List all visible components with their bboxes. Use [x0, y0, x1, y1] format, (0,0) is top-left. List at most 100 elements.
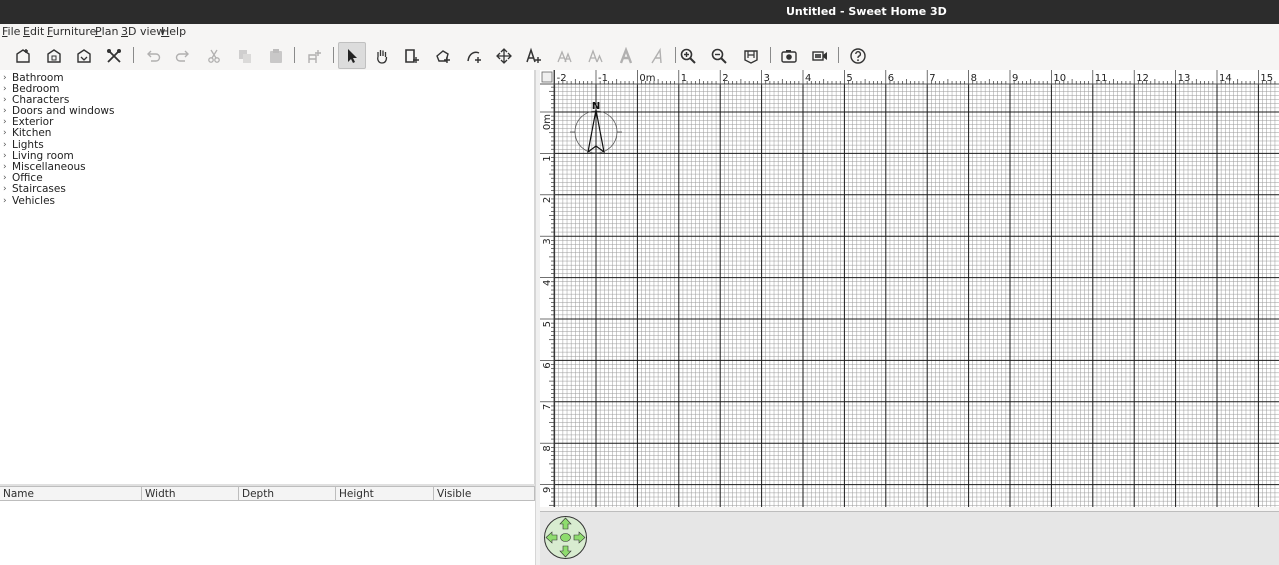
- menu-edit[interactable]: Edit: [23, 25, 44, 38]
- ruler-x-label: 14: [1219, 73, 1232, 84]
- menu-file[interactable]: File: [2, 25, 20, 38]
- ruler-y-label: 7: [542, 404, 553, 410]
- create-polylines-button[interactable]: [462, 44, 486, 68]
- ruler-x-label: 6: [888, 73, 894, 84]
- chevron-right-icon[interactable]: ›: [3, 151, 7, 162]
- ruler-x-label: -1: [598, 73, 608, 84]
- chevron-right-icon[interactable]: ›: [3, 184, 7, 195]
- chevron-right-icon[interactable]: ›: [3, 173, 7, 184]
- navigation-arrows-icon[interactable]: [543, 515, 588, 560]
- create-walls-button[interactable]: [400, 44, 424, 68]
- chevron-right-icon[interactable]: ›: [3, 196, 7, 207]
- ruler-x-label: 11: [1095, 73, 1108, 84]
- chevron-right-icon[interactable]: ›: [3, 106, 7, 117]
- ruler-y-label: 4: [542, 280, 553, 286]
- menu-furniture[interactable]: Furniture: [47, 25, 96, 38]
- toolbar: [0, 40, 1279, 70]
- create-photo-icon: [781, 50, 797, 63]
- ruler-x-label: 10: [1053, 73, 1066, 84]
- menu-help[interactable]: Help: [161, 25, 186, 38]
- chevron-right-icon[interactable]: ›: [3, 84, 7, 95]
- copy-button[interactable]: [233, 44, 257, 68]
- select-mode-icon: [348, 48, 357, 63]
- ruler-x-label: 8: [971, 73, 977, 84]
- menu-3d-view[interactable]: 3D view: [121, 25, 165, 38]
- view-mode-button[interactable]: [739, 44, 763, 68]
- ruler-x-label: 15: [1260, 73, 1273, 84]
- compass-north-label: N: [592, 101, 600, 112]
- copy-icon: [239, 50, 251, 63]
- ruler-x-label: 9: [1012, 73, 1018, 84]
- furniture-catalog-tree[interactable]: › Bathroom › Bedroom › Characters › Doors an…: [0, 70, 535, 484]
- menu-bar: File Edit Furniture Plan 3D view Help: [0, 24, 1279, 40]
- create-video-button[interactable]: [808, 44, 832, 68]
- ruler-x-label: 13: [1178, 73, 1191, 84]
- chevron-right-icon[interactable]: ›: [3, 73, 7, 84]
- ruler-x-label: 1: [681, 73, 687, 84]
- save-icon: [77, 49, 91, 63]
- preferences-icon: [107, 49, 121, 63]
- new-home-icon: [16, 49, 30, 63]
- zoom-out-button[interactable]: [707, 44, 731, 68]
- menu-plan[interactable]: Plan: [95, 25, 118, 38]
- create-photo-button[interactable]: [777, 44, 801, 68]
- toolbar-separator: [838, 47, 839, 63]
- redo-button[interactable]: [171, 44, 195, 68]
- select-mode-button[interactable]: [338, 42, 366, 69]
- toolbar-separator: [770, 47, 771, 63]
- add-furniture-button[interactable]: [302, 44, 326, 68]
- help-button[interactable]: [846, 44, 870, 68]
- decrease-text-size-icon: [588, 49, 603, 63]
- chevron-right-icon[interactable]: ›: [3, 162, 7, 173]
- italic-text-button[interactable]: [645, 44, 669, 68]
- create-rooms-button[interactable]: [431, 44, 455, 68]
- column-header-name[interactable]: Name: [0, 487, 142, 501]
- italic-text-icon: [651, 47, 662, 64]
- open-icon: [47, 49, 61, 63]
- column-header-height[interactable]: Height: [336, 487, 434, 501]
- open-button[interactable]: [42, 44, 66, 68]
- cut-button[interactable]: [202, 44, 226, 68]
- toolbar-separator: [333, 47, 334, 63]
- undo-button[interactable]: [141, 44, 165, 68]
- ruler-x-label: 2: [722, 73, 728, 84]
- create-dimensions-button[interactable]: [492, 44, 516, 68]
- new-home-button[interactable]: [11, 44, 35, 68]
- ruler-x-label: 7: [929, 73, 935, 84]
- decrease-text-size-button[interactable]: [584, 44, 608, 68]
- chevron-right-icon[interactable]: ›: [3, 140, 7, 151]
- ruler-y-label: 3: [542, 238, 553, 244]
- undo-icon: [147, 50, 161, 62]
- chevron-right-icon[interactable]: ›: [3, 128, 7, 139]
- column-header-visible[interactable]: Visible: [434, 487, 535, 501]
- ruler-x-label: 0m: [639, 73, 655, 84]
- ruler-y-label: 1: [542, 155, 553, 161]
- window-titlebar: Untitled - Sweet Home 3D: [0, 0, 1279, 24]
- add-text-button[interactable]: [522, 44, 546, 68]
- paste-button[interactable]: [264, 44, 288, 68]
- plan-grid-canvas[interactable]: -2 -1 0m 1 2 3 4 5 6 7 8 9 10 11 12 13 14 15 0m123456789 …: [540, 70, 1279, 507]
- ruler-x-label: 12: [1136, 73, 1149, 84]
- column-header-width[interactable]: Width: [142, 487, 239, 501]
- ruler-corner-icon: [541, 71, 553, 83]
- chevron-right-icon[interactable]: ›: [3, 95, 7, 106]
- bold-text-button[interactable]: [614, 44, 638, 68]
- create-polylines-icon: [467, 51, 481, 63]
- ruler-y-label: 8: [542, 445, 553, 451]
- save-button[interactable]: [72, 44, 96, 68]
- increase-text-size-button[interactable]: [553, 44, 577, 68]
- ruler-y-label: 0m: [542, 114, 553, 130]
- create-video-icon: [812, 51, 827, 61]
- 3d-view[interactable]: [540, 511, 1279, 565]
- ruler-y-label: 2: [542, 197, 553, 203]
- plan-view[interactable]: -2 -1 0m 1 2 3 4 5 6 7 8 9 10 11 12 13 14 15 0m 1 2 3 4 5 6 7 8 9 …: [540, 70, 1279, 507]
- redo-icon: [175, 50, 189, 62]
- column-header-depth[interactable]: Depth: [239, 487, 336, 501]
- zoom-in-button[interactable]: [676, 44, 700, 68]
- furniture-table[interactable]: Name Width Depth Height Visible: [0, 486, 536, 565]
- preferences-button[interactable]: [102, 44, 126, 68]
- pan-mode-button[interactable]: [370, 44, 394, 68]
- add-furniture-icon: [308, 50, 321, 63]
- zoom-out-icon: [711, 48, 727, 64]
- chevron-right-icon[interactable]: ›: [3, 117, 7, 128]
